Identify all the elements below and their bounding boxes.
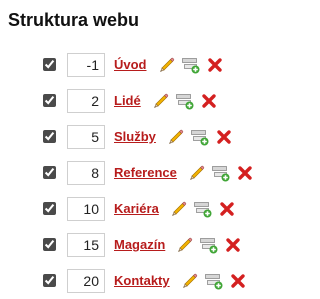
page-link[interactable]: Lidé bbox=[114, 93, 141, 108]
add-subpage-icon[interactable] bbox=[190, 127, 210, 147]
row-actions bbox=[166, 127, 238, 147]
add-subpage-icon[interactable] bbox=[204, 271, 224, 291]
visibility-checkbox[interactable] bbox=[43, 94, 56, 107]
visibility-checkbox[interactable] bbox=[43, 202, 56, 215]
row-actions bbox=[169, 199, 241, 219]
delete-icon[interactable] bbox=[228, 271, 248, 291]
visibility-checkbox[interactable] bbox=[43, 166, 56, 179]
page-title: Struktura webu bbox=[8, 10, 140, 30]
row-actions bbox=[180, 271, 252, 291]
row-actions bbox=[175, 235, 247, 255]
visibility-checkbox[interactable] bbox=[43, 58, 56, 71]
list-item: Reference bbox=[0, 155, 309, 190]
order-input[interactable] bbox=[67, 268, 105, 293]
order-input[interactable] bbox=[67, 124, 105, 149]
page-link[interactable]: Úvod bbox=[114, 57, 147, 72]
page-link[interactable]: Magazín bbox=[114, 237, 165, 252]
add-subpage-icon[interactable] bbox=[175, 91, 195, 111]
row-actions bbox=[187, 163, 259, 183]
order-input[interactable] bbox=[67, 232, 105, 257]
list-item: Kontakty bbox=[0, 263, 309, 298]
visibility-checkbox[interactable] bbox=[43, 274, 56, 287]
pencil-icon[interactable] bbox=[175, 235, 195, 255]
delete-icon[interactable] bbox=[223, 235, 243, 255]
delete-icon[interactable] bbox=[235, 163, 255, 183]
add-subpage-icon[interactable] bbox=[199, 235, 219, 255]
page-link[interactable]: Služby bbox=[114, 129, 156, 144]
row-actions bbox=[151, 91, 223, 111]
order-input[interactable] bbox=[67, 196, 105, 221]
page-link[interactable]: Kariéra bbox=[114, 201, 159, 216]
list-item: Magazín bbox=[0, 227, 309, 262]
delete-icon[interactable] bbox=[205, 55, 225, 75]
pencil-icon[interactable] bbox=[151, 91, 171, 111]
list-item: Kariéra bbox=[0, 191, 309, 226]
pencil-icon[interactable] bbox=[187, 163, 207, 183]
delete-icon[interactable] bbox=[217, 199, 237, 219]
pencil-icon[interactable] bbox=[169, 199, 189, 219]
order-input[interactable] bbox=[67, 160, 105, 185]
order-input[interactable] bbox=[67, 52, 105, 77]
pencil-icon[interactable] bbox=[166, 127, 186, 147]
pencil-icon[interactable] bbox=[157, 55, 177, 75]
delete-icon[interactable] bbox=[214, 127, 234, 147]
page-link[interactable]: Kontakty bbox=[114, 273, 170, 288]
visibility-checkbox[interactable] bbox=[43, 238, 56, 251]
order-input[interactable] bbox=[67, 88, 105, 113]
add-subpage-icon[interactable] bbox=[181, 55, 201, 75]
add-subpage-icon[interactable] bbox=[193, 199, 213, 219]
visibility-checkbox[interactable] bbox=[43, 130, 56, 143]
row-actions bbox=[157, 55, 229, 75]
pencil-icon[interactable] bbox=[180, 271, 200, 291]
list-item: Lidé bbox=[0, 83, 309, 118]
add-subpage-icon[interactable] bbox=[211, 163, 231, 183]
structure-list: Úvod Lidé Služby Reference bbox=[0, 47, 309, 299]
list-item: Služby bbox=[0, 119, 309, 154]
delete-icon[interactable] bbox=[199, 91, 219, 111]
list-item: Úvod bbox=[0, 47, 309, 82]
page-link[interactable]: Reference bbox=[114, 165, 177, 180]
